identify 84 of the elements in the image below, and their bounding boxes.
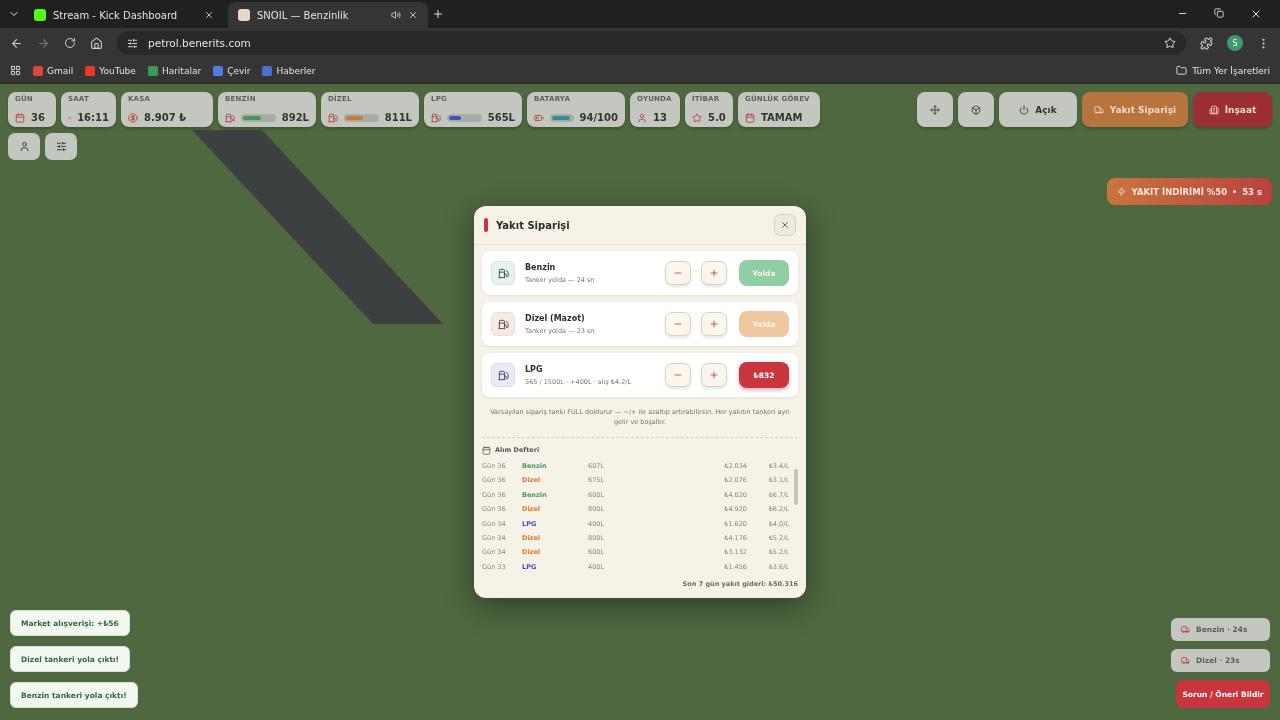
- plus-icon: [709, 370, 719, 381]
- dialog-title: Yakıt Siparişi: [496, 219, 571, 231]
- scrollbar-thumb[interactable]: [793, 468, 798, 505]
- reload-icon[interactable]: [64, 37, 76, 49]
- restore-icon[interactable]: [1214, 8, 1224, 18]
- separator-dot: [1233, 190, 1237, 193]
- fuel-pump-icon: [497, 318, 509, 330]
- bookmark-link[interactable]: YouTube: [99, 65, 136, 76]
- extensions-icon[interactable]: [1200, 36, 1213, 50]
- bookmark-favicon-icon: [85, 65, 96, 76]
- bookmark-favicon-icon: [147, 65, 158, 76]
- bookmark-favicon-icon: [33, 65, 43, 76]
- battery-icon: [534, 112, 544, 123]
- settings-button[interactable]: [45, 133, 77, 160]
- stat-value: 94/100: [579, 112, 618, 123]
- truck-icon: [1093, 104, 1104, 115]
- speaker-icon[interactable]: [391, 10, 401, 20]
- bookmark-link[interactable]: Gmail: [47, 65, 74, 76]
- close-window-icon[interactable]: [1250, 8, 1262, 20]
- truck-icon: [1181, 656, 1190, 665]
- title-accent: [484, 218, 488, 233]
- stat-value: 5.0: [708, 112, 726, 123]
- fuel-pump-icon: [225, 112, 235, 123]
- move-icon: [930, 104, 940, 115]
- browser-tab[interactable]: Stream - Kick Dashboard: [24, 2, 224, 28]
- lightning-icon: [1116, 187, 1126, 196]
- site-info-icon[interactable]: [127, 37, 138, 49]
- bookmark-link[interactable]: Tüm Yer İşaretleri: [1192, 65, 1270, 76]
- calendar-icon: [15, 112, 25, 123]
- calendar-icon: [745, 112, 755, 123]
- building-icon: [1208, 104, 1219, 115]
- close-tab-icon[interactable]: [204, 10, 214, 20]
- new-tab-icon[interactable]: [432, 8, 444, 20]
- calendar-icon: [482, 445, 491, 455]
- stat-value: 36: [31, 112, 45, 123]
- coin-icon: [128, 112, 138, 123]
- home-icon[interactable]: [90, 36, 103, 50]
- close-tab-icon[interactable]: [408, 10, 418, 20]
- fuel-name: LPG: [525, 364, 544, 374]
- plus-icon: [709, 268, 719, 279]
- address-bar[interactable]: petrol.benerits.com: [117, 31, 1186, 55]
- stat-value: 8.907 ₺: [144, 112, 187, 123]
- star-icon: [692, 112, 702, 123]
- tool-button[interactable]: [917, 92, 953, 127]
- discount-text: YAKIT İNDİRİMİ %50: [1131, 186, 1228, 197]
- stat-value: 13: [653, 112, 667, 123]
- fuel-pump-icon: [497, 369, 509, 381]
- discount-timer: 53 s: [1242, 186, 1262, 197]
- bookmark-link[interactable]: Çevir: [227, 65, 251, 76]
- bookmark-favicon-icon: [262, 65, 273, 76]
- apps-icon[interactable]: [10, 65, 21, 76]
- bookmark-link[interactable]: Haritalar: [161, 65, 202, 76]
- tool-button[interactable]: [958, 92, 994, 127]
- bookmark-link[interactable]: Haberler: [276, 65, 316, 76]
- bookmark-star-icon[interactable]: [1164, 37, 1176, 49]
- power-icon: [1019, 104, 1030, 115]
- stat-value: 892L: [281, 112, 309, 123]
- forward-icon[interactable]: [37, 36, 50, 50]
- person-icon: [18, 141, 30, 152]
- fuel-pump-icon: [431, 112, 441, 123]
- sliders-icon: [55, 141, 67, 152]
- truck-icon: [1181, 625, 1190, 634]
- stat-value: 811L: [384, 112, 412, 123]
- stat-value: TAMAM: [761, 112, 803, 123]
- person-icon: [637, 112, 647, 123]
- cube-icon: [971, 104, 981, 115]
- browser-tab[interactable]: SNOIL — Benzinlik: [228, 2, 428, 28]
- stat-value: 565L: [487, 112, 515, 123]
- folder-icon: [1176, 65, 1188, 76]
- profile-button[interactable]: [8, 133, 40, 160]
- site-favicon-icon: [238, 9, 250, 21]
- fuel-name: Benzin: [525, 262, 557, 272]
- bookmark-favicon-icon: [213, 65, 224, 76]
- plus-icon: [709, 319, 719, 330]
- close-icon: [780, 220, 790, 231]
- close-button[interactable]: [774, 214, 796, 237]
- action-button[interactable]: Açık: [999, 92, 1077, 127]
- fuel-pump-icon: [328, 112, 338, 123]
- site-favicon-icon: [34, 9, 46, 21]
- stat-value: 16:11: [77, 112, 109, 123]
- fuel-name: Dizel (Mazot): [525, 313, 586, 323]
- back-icon[interactable]: [10, 36, 23, 50]
- fuel-pump-icon: [497, 267, 509, 279]
- action-button[interactable]: İnşaat: [1193, 92, 1272, 127]
